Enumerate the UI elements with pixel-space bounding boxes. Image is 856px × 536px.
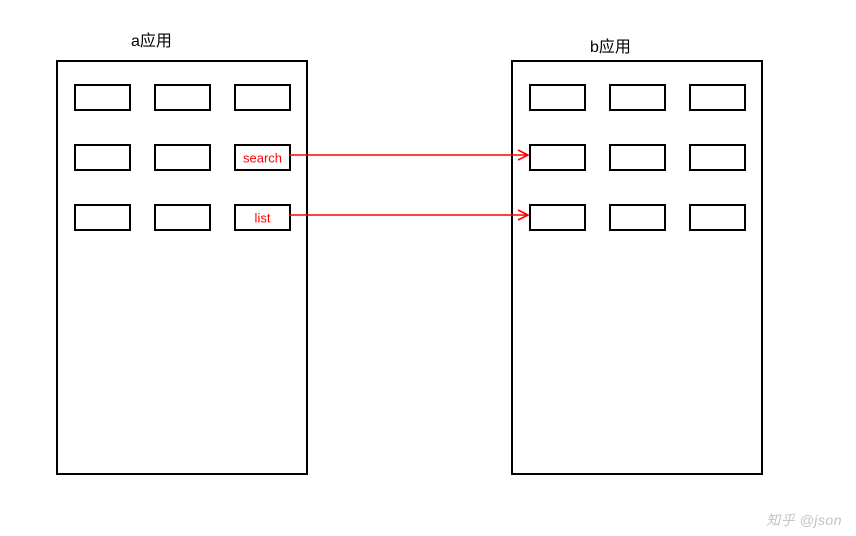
panel-b-cell-1-1 [609, 144, 666, 171]
panel-a-cell-0-2 [234, 84, 291, 111]
panel-a-cell-1-0 [74, 144, 131, 171]
panel-b [511, 60, 763, 475]
panel-a-cell-2-1 [154, 204, 211, 231]
panel-b-cell-0-0 [529, 84, 586, 111]
panel-b-grid [529, 84, 746, 231]
panel-b-title: b应用 [590, 33, 631, 57]
panel-a-cell-1-2: search [234, 144, 291, 171]
label-search: search [243, 150, 282, 165]
panel-a-cell-1-1 [154, 144, 211, 171]
panel-b-cell-0-1 [609, 84, 666, 111]
panel-b-cell-0-2 [689, 84, 746, 111]
panel-a-cell-2-2: list [234, 204, 291, 231]
panel-a-title: a应用 [131, 27, 172, 51]
panel-b-cell-2-2 [689, 204, 746, 231]
panel-a: search list [56, 60, 308, 475]
panel-b-cell-2-0 [529, 204, 586, 231]
watermark: 知乎 @json [766, 510, 842, 530]
panel-b-cell-2-1 [609, 204, 666, 231]
panel-a-grid: search list [74, 84, 291, 231]
panel-a-cell-2-0 [74, 204, 131, 231]
panel-a-cell-0-0 [74, 84, 131, 111]
label-list: list [255, 210, 271, 225]
panel-b-cell-1-2 [689, 144, 746, 171]
panel-a-cell-0-1 [154, 84, 211, 111]
panel-b-cell-1-0 [529, 144, 586, 171]
